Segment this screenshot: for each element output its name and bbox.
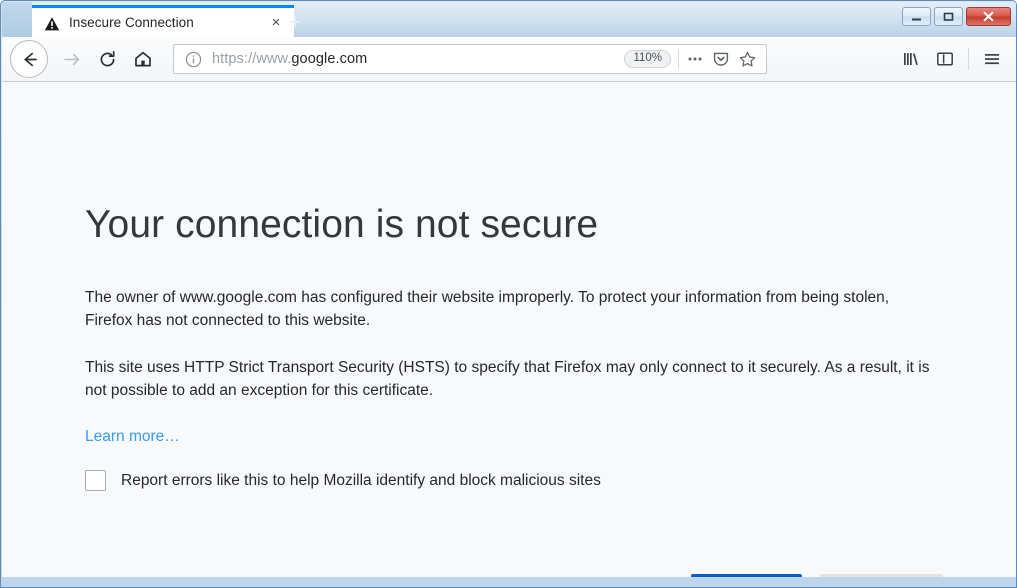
error-page-button-row: Go Back Advanced — [691, 574, 943, 577]
info-circle-icon[interactable] — [184, 50, 202, 68]
url-host: google.com — [291, 51, 368, 67]
pocket-button[interactable] — [708, 46, 734, 72]
warning-triangle-icon — [44, 16, 60, 32]
minimize-button[interactable] — [902, 7, 931, 26]
learn-more-link[interactable]: Learn more… — [85, 428, 180, 446]
library-button[interactable] — [894, 42, 928, 76]
url-text[interactable]: https://www.google.com — [212, 51, 624, 67]
page-actions-button[interactable] — [682, 46, 708, 72]
menu-button[interactable] — [975, 42, 1009, 76]
navigation-toolbar: https://www.google.com 110% — [2, 37, 1016, 82]
ellipsis-icon — [688, 57, 702, 61]
maximize-icon — [943, 12, 954, 21]
bookmark-button[interactable] — [734, 46, 760, 72]
home-icon — [135, 51, 151, 67]
sidebar-icon — [937, 52, 953, 66]
close-icon — [983, 11, 994, 22]
pocket-icon — [713, 52, 729, 66]
home-button[interactable] — [126, 42, 160, 76]
minimize-icon — [912, 18, 921, 20]
star-icon — [739, 51, 755, 67]
tab-strip: Insecure Connection × + — [2, 2, 1016, 37]
sidebar-button[interactable] — [928, 42, 962, 76]
error-description-hsts: This site uses HTTP Strict Transport Sec… — [85, 359, 930, 400]
tab-insecure-connection[interactable]: Insecure Connection × — [32, 5, 294, 37]
window-controls — [902, 7, 1011, 26]
toolbar-separator — [968, 48, 969, 70]
back-arrow-icon — [23, 52, 37, 66]
forward-arrow-icon — [63, 53, 79, 65]
library-icon — [904, 53, 918, 65]
page-title: Your connection is not secure — [85, 203, 599, 246]
advanced-button[interactable]: Advanced — [820, 574, 943, 577]
hamburger-icon — [985, 54, 999, 65]
new-tab-button[interactable]: + — [280, 8, 310, 36]
url-bar[interactable]: https://www.google.com 110% — [173, 44, 767, 74]
browser-window: Insecure Connection × + https://www.goog… — [0, 0, 1017, 588]
tab-title: Insecure Connection — [69, 15, 194, 30]
forward-button[interactable] — [54, 42, 88, 76]
url-prefix: https://www. — [212, 51, 292, 67]
maximize-button[interactable] — [934, 7, 963, 26]
close-button[interactable] — [966, 7, 1011, 26]
report-errors-checkbox[interactable] — [85, 470, 106, 492]
go-back-button[interactable]: Go Back — [691, 574, 802, 577]
urlbar-separator — [678, 49, 679, 69]
report-errors-label: Report errors like this to help Mozilla … — [121, 471, 601, 489]
back-button[interactable] — [10, 40, 48, 78]
reload-icon — [100, 50, 115, 66]
insecure-connection-error-page: Your connection is not secure The owner … — [85, 203, 930, 492]
toolbar-right-group — [894, 42, 1016, 76]
tab-strip-left-spacer — [2, 2, 32, 37]
content-area: Your connection is not secure The owner … — [2, 82, 1016, 579]
reload-button[interactable] — [90, 42, 124, 76]
error-description-primary: The owner of www.google.com has configur… — [85, 288, 890, 329]
report-errors-row[interactable]: Report errors like this to help Mozilla … — [85, 470, 930, 492]
zoom-level-badge[interactable]: 110% — [624, 49, 671, 69]
